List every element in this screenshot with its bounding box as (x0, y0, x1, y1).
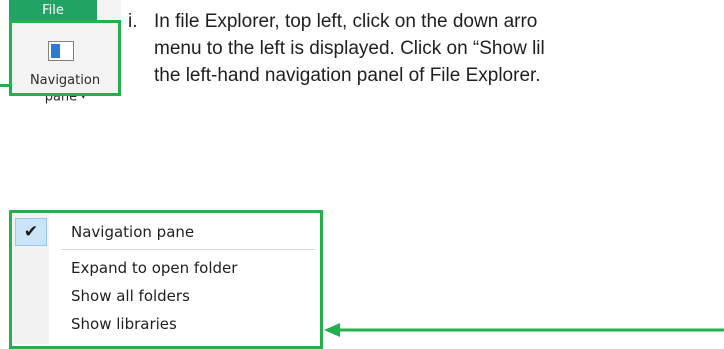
instruction-text: i. In file Explorer, top left, click on t… (128, 8, 724, 89)
checkmark-icon: ✔ (15, 218, 47, 246)
menu-item-expand-to-open-folder[interactable]: Expand to open folder (13, 254, 319, 282)
instruction-line-1: i. In file Explorer, top left, click on t… (128, 8, 724, 35)
menu-item-show-all-folders[interactable]: Show all folders (13, 282, 319, 310)
navigation-pane-label-line2: pane (44, 89, 78, 105)
instruction-line-3: the left-hand navigation panel of File E… (154, 65, 541, 86)
navigation-pane-icon (48, 41, 74, 61)
menu-item-label: Show libraries (71, 315, 177, 333)
instruction-line-2: menu to the left is displayed. Click on … (154, 38, 545, 59)
file-tab[interactable]: File (9, 0, 97, 20)
menu-item-navigation-pane[interactable]: ✔ Navigation pane (13, 218, 319, 246)
menu-separator (61, 249, 315, 250)
navigation-pane-button[interactable]: Navigation pane ▾ (9, 73, 121, 106)
menu-item-label: Navigation pane (71, 223, 195, 241)
ribbon-view-tab-crop: File Navigation pane ▾ (9, 0, 121, 105)
menu-item-show-libraries[interactable]: Show libraries (13, 310, 319, 338)
navigation-pane-dropdown-menu: ✔ Navigation pane Expand to open folder … (13, 214, 319, 344)
chevron-down-icon: ▾ (81, 92, 86, 101)
instruction-line-1-text: In file Explorer, top left, click on the… (154, 11, 538, 32)
menu-item-label: Expand to open folder (71, 259, 238, 277)
instruction-number: i. (128, 11, 138, 32)
navigation-pane-label-line1: Navigation (29, 73, 101, 88)
highlight-arrow-left (324, 323, 724, 337)
navigation-pane-icon-fill (51, 44, 60, 58)
highlight-arrow-stub (0, 84, 9, 87)
menu-item-label: Show all folders (71, 287, 190, 305)
